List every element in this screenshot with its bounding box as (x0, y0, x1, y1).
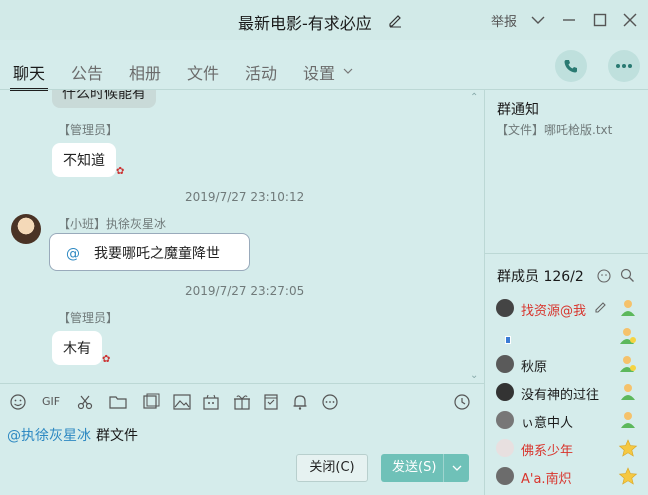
message-bubble-partial: 什么时候能有 (52, 90, 156, 108)
right-panel-divider (485, 253, 648, 254)
avatar (496, 439, 514, 457)
search-icon[interactable] (620, 268, 635, 283)
history-icon[interactable] (452, 393, 472, 411)
phone-icon (564, 60, 577, 73)
tab-album[interactable]: 相册 (129, 60, 161, 84)
tab-bar: 聊天 公告 相册 文件 活动 设置 (0, 48, 648, 92)
panel-divider (484, 90, 485, 495)
member-item[interactable]: 秋原 (496, 353, 646, 377)
member-role-icon (621, 412, 635, 428)
image-icon[interactable] (172, 393, 192, 411)
badge-sticker-icon: ✿ (102, 354, 111, 365)
bag-icon[interactable] (201, 393, 221, 411)
member-name: A'a.南炽 (521, 472, 572, 487)
gif-label: GIF (41, 395, 61, 408)
send-options-button[interactable] (443, 454, 469, 482)
star-icon (618, 467, 638, 485)
input-toolbar: GIF (0, 383, 484, 419)
edit-title-icon[interactable] (387, 12, 403, 28)
emoji-icon[interactable] (8, 393, 28, 411)
message-bubble-mention: @ 我要哪吒之魔童降世 (49, 233, 250, 271)
member-item[interactable] (496, 325, 646, 349)
message-timestamp: 2019/7/27 23:27:05 (185, 284, 305, 298)
member-item[interactable]: A'a.南炽 (496, 465, 646, 489)
member-item[interactable]: 找资源@我 (496, 297, 646, 321)
avatar (496, 411, 514, 429)
group-notice-title[interactable]: 群通知 (497, 99, 539, 119)
more-dots-icon (616, 64, 632, 68)
owner-role-icon (621, 300, 635, 316)
edit-icon[interactable] (594, 300, 608, 314)
member-name: 秋原 (521, 360, 548, 375)
chat-window: 最新电影-有求必应 举报 聊天 公告 相册 文件 活动 设置 什么时候能有 ⌃ … (0, 0, 648, 495)
member-name: ぃ意中人 (521, 416, 574, 431)
gif-icon[interactable]: GIF (38, 393, 64, 411)
chevron-down-icon (452, 465, 462, 471)
member-name: 没有神的过往 (521, 388, 600, 403)
member-item[interactable]: 没有神的过往 (496, 381, 646, 405)
tab-settings[interactable]: 设置 (303, 60, 335, 84)
star-icon (618, 439, 638, 457)
scroll-up-icon[interactable]: ⌃ (470, 92, 480, 103)
member-role-icon (621, 384, 635, 400)
report-link[interactable]: 举报 (491, 11, 517, 30)
task-icon[interactable] (261, 393, 281, 411)
avatar (496, 299, 514, 317)
member-name: 找资源@我 (521, 304, 587, 319)
member-search-face-icon[interactable] (596, 268, 612, 284)
message-sender[interactable]: 【小班】执徐灰星冰 (58, 215, 166, 232)
group-notice-item[interactable]: 【文件】哪吒枪版.txt (496, 121, 612, 138)
title-bar: 最新电影-有求必应 举报 (0, 0, 648, 40)
call-button[interactable] (555, 50, 587, 82)
message-timestamp: 2019/7/27 23:10:12 (185, 190, 305, 204)
maximize-icon[interactable] (590, 10, 610, 30)
window-title: 最新电影-有求必应 (238, 14, 372, 33)
badge-sticker-icon: ✿ (116, 166, 125, 177)
avatar[interactable] (11, 214, 41, 244)
minimize-icon[interactable] (559, 10, 579, 30)
avatar (496, 467, 514, 485)
member-item[interactable]: 佛系少年 (496, 437, 646, 461)
message-input[interactable]: @执徐灰星冰 群文件 关闭(C) 发送(S) (0, 420, 484, 495)
tab-chat[interactable]: 聊天 (13, 60, 45, 84)
scroll-down-icon[interactable]: ⌄ (470, 370, 480, 381)
scissors-icon[interactable] (75, 393, 95, 411)
admin-role-icon (620, 356, 636, 372)
member-name: 佛系少年 (521, 444, 574, 459)
more-button[interactable] (608, 50, 640, 82)
avatar (496, 327, 514, 345)
settings-chevron-down-icon[interactable] (342, 65, 354, 77)
message-bubble: 不知道 (52, 143, 116, 177)
close-button[interactable]: 关闭(C) (296, 454, 368, 482)
input-text: 群文件 (96, 428, 138, 444)
message-list[interactable]: 什么时候能有 ⌃ 【管理员】 不知道 ✿ 2019/7/27 23:10:12 … (0, 90, 484, 382)
avatar (496, 355, 514, 373)
bell-icon[interactable] (290, 393, 310, 411)
message-sender: 【管理员】 (58, 311, 119, 325)
at-mention-mark: @ (66, 246, 80, 262)
more-icon[interactable] (320, 393, 340, 411)
tab-activity[interactable]: 活动 (245, 60, 277, 84)
folder-icon[interactable] (108, 393, 128, 411)
chevron-down-icon[interactable] (528, 10, 548, 30)
message-bubble: 木有 (52, 331, 102, 365)
close-icon[interactable] (620, 10, 640, 30)
tab-announcement[interactable]: 公告 (71, 60, 103, 84)
input-mention: @执徐灰星冰 (7, 428, 91, 444)
gift-icon[interactable] (232, 393, 252, 411)
member-item[interactable]: ぃ意中人 (496, 409, 646, 433)
tab-files[interactable]: 文件 (187, 60, 219, 84)
member-count: 群成员 126/2 (497, 269, 583, 285)
gallery-icon[interactable] (141, 393, 161, 411)
avatar (496, 383, 514, 401)
message-text: 我要哪吒之魔童降世 (94, 246, 220, 262)
message-sender: 【管理员】 (58, 123, 119, 137)
admin-role-icon (620, 328, 636, 344)
